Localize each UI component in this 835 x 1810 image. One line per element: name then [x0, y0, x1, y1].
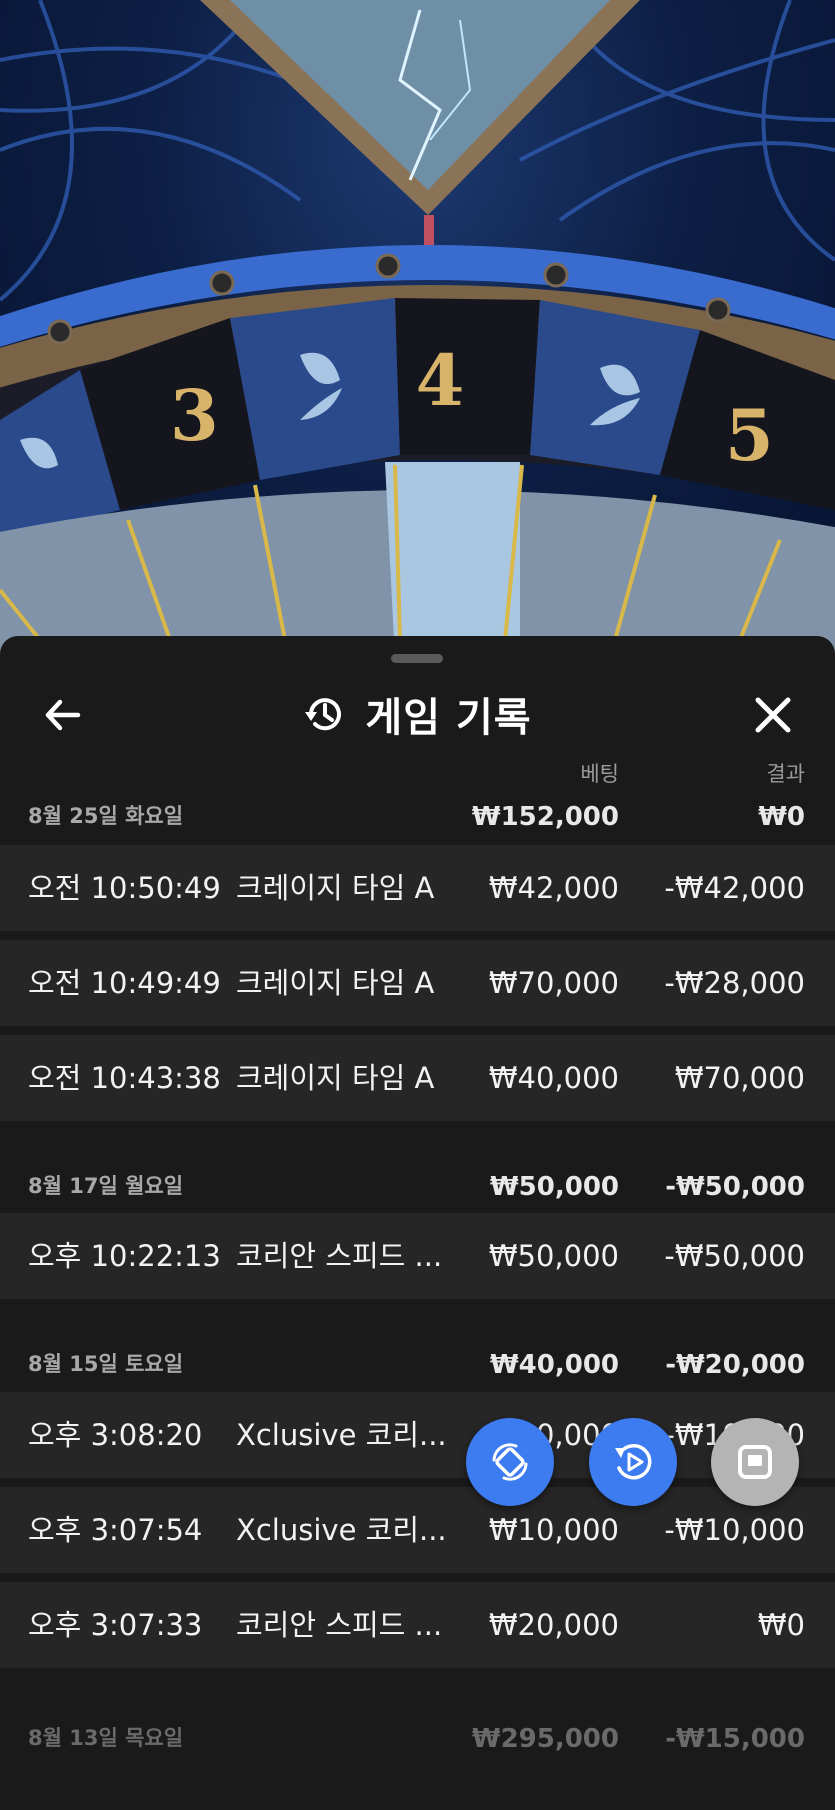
close-icon[interactable]	[748, 690, 798, 740]
row-result: ₩0	[757, 1608, 805, 1642]
row-bet: ₩70,000	[488, 966, 619, 1000]
replay-video-button[interactable]	[589, 1418, 677, 1506]
row-game: Xclusive 코리...	[236, 1418, 446, 1452]
history-row[interactable]: 오후 3:07:54 Xclusive 코리... ₩10,000 -₩10,0…	[0, 1486, 835, 1573]
row-result: -₩42,000	[664, 871, 805, 905]
history-row[interactable]: 오후 10:22:13 코리안 스피드 ... ₩50,000 -₩50,000	[0, 1212, 835, 1299]
wheel-number: 5	[725, 394, 774, 477]
history-row[interactable]: 오후 3:07:33 코리안 스피드 ... ₩20,000 ₩0	[0, 1581, 835, 1668]
group-bet-total: ₩50,000	[489, 1172, 619, 1202]
rotate-device-icon	[492, 1443, 528, 1481]
row-result: -₩28,000	[664, 966, 805, 1000]
group-date: 8월 13일 목요일	[28, 1726, 184, 1750]
arrow-left-icon[interactable]	[38, 690, 88, 740]
date-group-header: 8월 13일 목요일 ₩295,000 -₩15,000	[0, 1708, 835, 1766]
history-row[interactable]: 오전 10:49:49 크레이지 타임 A ₩70,000 -₩28,000	[0, 939, 835, 1026]
row-result: -₩50,000	[664, 1239, 805, 1273]
wheel-illustration: 3 4 5	[0, 0, 835, 660]
group-bet-total: ₩152,000	[471, 802, 619, 832]
stop-button[interactable]	[711, 1418, 799, 1506]
group-date: 8월 17일 월요일	[28, 1174, 184, 1198]
row-time: 오후 3:08:20	[28, 1418, 203, 1452]
row-game: Xclusive 코리...	[236, 1513, 446, 1547]
row-time: 오전 10:49:49	[28, 966, 221, 1000]
stop-icon	[738, 1445, 772, 1479]
row-time: 오후 3:07:54	[28, 1513, 203, 1547]
row-bet: ₩40,000	[488, 1061, 619, 1095]
column-header-bet: 베팅	[580, 762, 619, 786]
row-bet: ₩50,000	[488, 1239, 619, 1273]
sheet-drag-handle[interactable]	[391, 654, 443, 663]
group-result-total: -₩15,000	[665, 1724, 805, 1754]
group-bet-total: ₩40,000	[489, 1350, 619, 1380]
row-time: 오후 10:22:13	[28, 1239, 221, 1273]
row-bet: ₩20,000	[488, 1608, 619, 1642]
wheel-number: 4	[416, 339, 465, 422]
game-history-sheet: 게임 기록 베팅 결과 8월 25일 화요일 ₩152,000 ₩0 오전 10…	[0, 636, 835, 1810]
date-group-header: 8월 15일 토요일 ₩40,000 -₩20,000	[0, 1334, 835, 1392]
date-group-header: 8월 25일 화요일 ₩152,000 ₩0	[0, 786, 835, 844]
row-time: 오전 10:50:49	[28, 871, 221, 905]
sheet-header: 게임 기록	[0, 672, 835, 756]
history-row[interactable]: 오전 10:43:38 크레이지 타임 A ₩40,000 ₩70,000	[0, 1034, 835, 1121]
row-game: 크레이지 타임 A	[236, 966, 435, 1000]
row-time: 오후 3:07:33	[28, 1608, 203, 1642]
history-row[interactable]: 오전 10:50:49 크레이지 타임 A ₩42,000 -₩42,000	[0, 844, 835, 931]
replay-video-icon	[615, 1444, 652, 1480]
history-row[interactable]: 오후 3:08:20 Xclusive 코리... ₩10,000 -₩10,0…	[0, 1391, 835, 1478]
row-game: 크레이지 타임 A	[236, 871, 435, 905]
column-header-result: 결과	[766, 762, 805, 786]
row-time: 오전 10:43:38	[28, 1061, 221, 1095]
history-icon	[305, 698, 342, 731]
group-date: 8월 15일 토요일	[28, 1352, 184, 1376]
group-result-total: -₩20,000	[665, 1350, 805, 1380]
game-video-background: 3 4 5	[0, 0, 835, 660]
group-result-total: ₩0	[758, 802, 805, 832]
rotate-device-button[interactable]	[466, 1418, 554, 1506]
wheel-number: 3	[170, 374, 219, 457]
group-bet-total: ₩295,000	[471, 1724, 619, 1754]
page-title: 게임 기록	[365, 695, 532, 741]
row-game: 코리안 스피드 ...	[236, 1608, 443, 1642]
group-result-total: -₩50,000	[665, 1172, 805, 1202]
row-game: 코리안 스피드 ...	[236, 1239, 443, 1273]
row-game: 크레이지 타임 A	[236, 1061, 435, 1095]
date-group-header: 8월 17일 월요일 ₩50,000 -₩50,000	[0, 1156, 835, 1214]
group-date: 8월 25일 화요일	[28, 804, 184, 828]
row-bet: ₩42,000	[488, 871, 619, 905]
row-result: ₩70,000	[674, 1061, 805, 1095]
